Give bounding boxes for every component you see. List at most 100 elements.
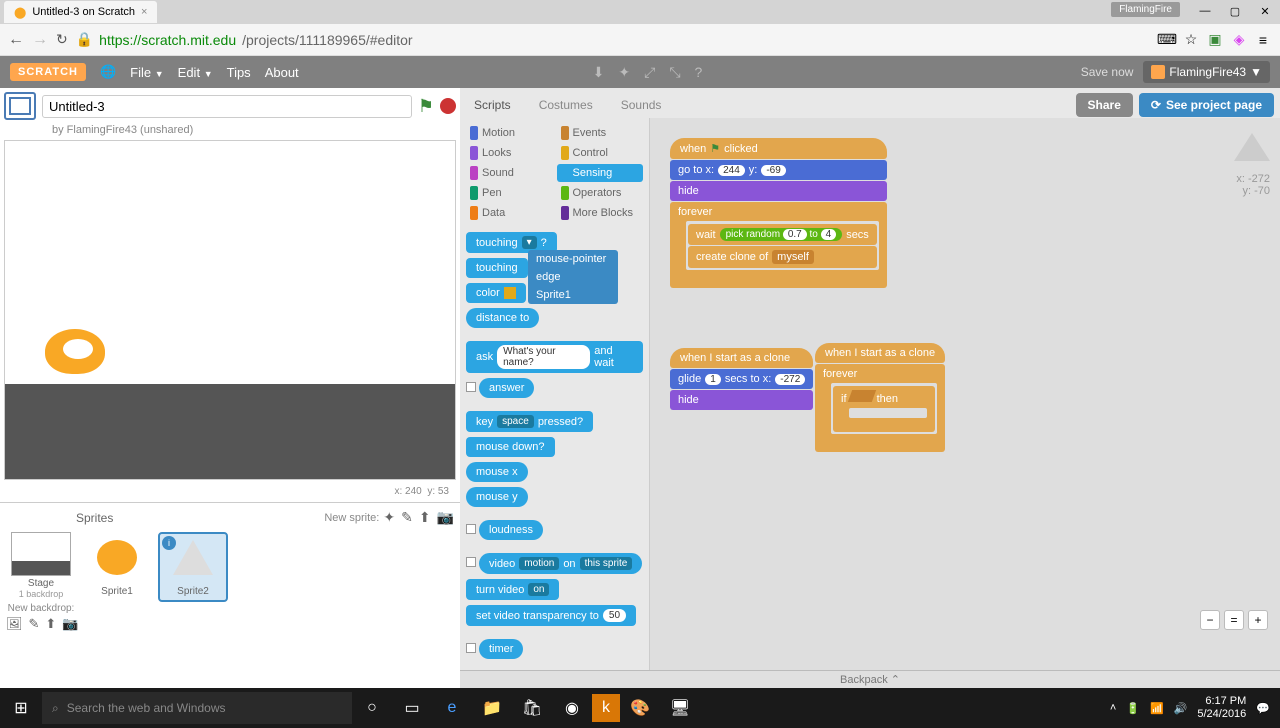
extension-icon[interactable]: ▣	[1206, 31, 1224, 49]
block-touching-color[interactable]: touching	[466, 258, 528, 278]
tips-menu[interactable]: Tips	[227, 65, 251, 80]
tab-close-icon[interactable]: ×	[141, 6, 147, 18]
timer-checkbox[interactable]	[466, 643, 476, 653]
app-k-icon[interactable]: k	[592, 694, 620, 722]
chrome-user-tag[interactable]: FlamingFire	[1111, 2, 1180, 17]
wifi-icon[interactable]: 📶	[1150, 702, 1164, 715]
fullscreen-icon[interactable]	[4, 92, 36, 120]
cat-motion[interactable]: Motion	[466, 124, 553, 142]
tab-sounds[interactable]: Sounds	[607, 93, 676, 117]
camera-backdrop-icon[interactable]: 📷	[62, 616, 78, 632]
project-title-input[interactable]	[42, 95, 412, 118]
camera-sprite-icon[interactable]: 📷	[437, 509, 454, 526]
back-icon[interactable]: ←	[8, 31, 24, 49]
block-mouse-down[interactable]: mouse down?	[466, 437, 555, 457]
block-answer[interactable]: answer	[479, 378, 534, 398]
shrink-icon[interactable]: ⤡	[669, 64, 680, 81]
loudness-checkbox[interactable]	[466, 524, 476, 534]
stage-thumbnail[interactable]: Stage 1 backdrop New backdrop: 🖼 ✎ ⬆ 📷	[6, 532, 76, 632]
block-goto[interactable]: go to x: 244 y: -69	[670, 160, 887, 180]
menu-icon[interactable]: ≡	[1254, 31, 1272, 49]
block-color[interactable]: color	[466, 283, 526, 303]
hat-when-flag[interactable]: when ⚑ clicked	[670, 138, 887, 159]
sprite-library-icon[interactable]: ✦	[383, 509, 395, 526]
sprite1-thumb[interactable]: Sprite1	[82, 532, 152, 602]
edit-menu[interactable]: Edit ▼	[178, 65, 213, 80]
file-menu[interactable]: File ▼	[130, 65, 164, 80]
paint-backdrop-icon[interactable]: ✎	[29, 616, 40, 632]
cat-pen[interactable]: Pen	[466, 184, 553, 202]
cat-sound[interactable]: Sound	[466, 164, 553, 182]
dd-edge[interactable]: edge	[528, 268, 618, 286]
download-icon[interactable]: ⬇	[593, 64, 605, 81]
keyboard-icon[interactable]: ⌨	[1158, 31, 1176, 49]
tray-chevron-icon[interactable]: ˄	[1110, 702, 1116, 714]
help-icon[interactable]: ?	[695, 64, 703, 81]
cat-sprite[interactable]	[35, 314, 115, 384]
tab-costumes[interactable]: Costumes	[525, 93, 607, 117]
upload-sprite-icon[interactable]: ⬆	[419, 509, 431, 526]
upload-backdrop-icon[interactable]: ⬆	[45, 616, 56, 632]
block-key-pressed[interactable]: key space pressed?	[466, 411, 593, 432]
cat-operators[interactable]: Operators	[557, 184, 644, 202]
window-minimize-icon[interactable]: —	[1190, 0, 1220, 22]
grow-icon[interactable]: ⤢	[644, 64, 655, 81]
save-now-button[interactable]: Save now	[1081, 65, 1134, 79]
extension2-icon[interactable]: ◈	[1230, 31, 1248, 49]
block-hide2[interactable]: hide	[670, 390, 813, 410]
battery-icon[interactable]: 🔋	[1126, 702, 1140, 715]
cat-control[interactable]: Control	[557, 144, 644, 162]
dd-mouse-pointer[interactable]: mouse-pointer	[528, 250, 618, 268]
answer-checkbox[interactable]	[466, 382, 476, 392]
block-turn-video[interactable]: turn video on	[466, 579, 559, 600]
block-loudness[interactable]: loudness	[479, 520, 543, 540]
sprite-direction-icon[interactable]	[1234, 133, 1270, 161]
zoom-reset-icon[interactable]: =	[1224, 610, 1244, 630]
block-distance-to[interactable]: distance to	[466, 308, 539, 328]
cat-events[interactable]: Events	[557, 124, 644, 142]
block-glide[interactable]: glide 1 secs to x: -272	[670, 369, 813, 389]
about-menu[interactable]: About	[265, 65, 299, 80]
cat-sensing[interactable]: Sensing	[557, 164, 644, 182]
edge-icon[interactable]: e	[432, 688, 472, 728]
clock[interactable]: 6:17 PM 5/24/2016	[1197, 695, 1246, 721]
zoom-in-icon[interactable]: +	[1248, 610, 1268, 630]
backdrop-library-icon[interactable]: 🖼	[6, 616, 23, 632]
paint-sprite-icon[interactable]: ✎	[401, 509, 413, 526]
block-create-clone[interactable]: create clone of myself	[688, 246, 877, 268]
video-checkbox[interactable]	[466, 557, 476, 567]
display-icon[interactable]: 🖥	[660, 688, 700, 728]
share-button[interactable]: Share	[1076, 93, 1133, 117]
chrome-icon[interactable]: ◉	[552, 688, 592, 728]
paint-icon[interactable]: 🎨	[620, 688, 660, 728]
windows-start-icon[interactable]: ⊞	[0, 688, 42, 728]
green-flag-icon[interactable]: ⚑	[418, 96, 434, 117]
browser-tab[interactable]: ⬤ Untitled-3 on Scratch ×	[4, 1, 157, 23]
block-mouse-x[interactable]: mouse x	[466, 462, 528, 482]
block-ask[interactable]: ask What's your name? and wait	[466, 341, 643, 373]
cat-data[interactable]: Data	[466, 204, 553, 222]
block-mouse-y[interactable]: mouse y	[466, 487, 528, 507]
hat-when-clone2[interactable]: when I start as a clone	[815, 343, 945, 363]
bookmark-icon[interactable]: ☆	[1182, 31, 1200, 49]
sprite2-thumb[interactable]: i Sprite2	[158, 532, 228, 602]
cat-more[interactable]: More Blocks	[557, 204, 644, 222]
store-icon[interactable]: 🛍	[512, 688, 552, 728]
see-project-page-button[interactable]: ⟳ See project page	[1139, 93, 1274, 117]
url-bar[interactable]: 🔒 https://scratch.mit.edu/projects/11118…	[76, 31, 1150, 48]
window-maximize-icon[interactable]: ▢	[1220, 0, 1250, 22]
block-hide[interactable]: hide	[670, 181, 887, 201]
stamp-icon[interactable]: ✦	[618, 64, 630, 81]
explorer-icon[interactable]: 📁	[472, 688, 512, 728]
dd-sprite1[interactable]: Sprite1	[528, 286, 618, 304]
stop-icon[interactable]	[440, 98, 456, 114]
block-set-video[interactable]: set video transparency to 50	[466, 605, 636, 626]
hat-when-clone[interactable]: when I start as a clone	[670, 348, 813, 368]
notifications-icon[interactable]: 💬	[1256, 702, 1270, 715]
scripts-canvas[interactable]: x: -272 y: -70 when ⚑ clicked go to x: 2…	[650, 118, 1280, 670]
touching-dropdown[interactable]: mouse-pointer edge Sprite1	[528, 250, 618, 304]
block-wait[interactable]: wait pick random 0.7 to 4 secs	[688, 224, 877, 245]
volume-icon[interactable]: 🔊	[1174, 702, 1188, 715]
block-if[interactable]: if then	[833, 386, 935, 432]
user-menu[interactable]: FlamingFire43 ▼	[1143, 61, 1270, 83]
